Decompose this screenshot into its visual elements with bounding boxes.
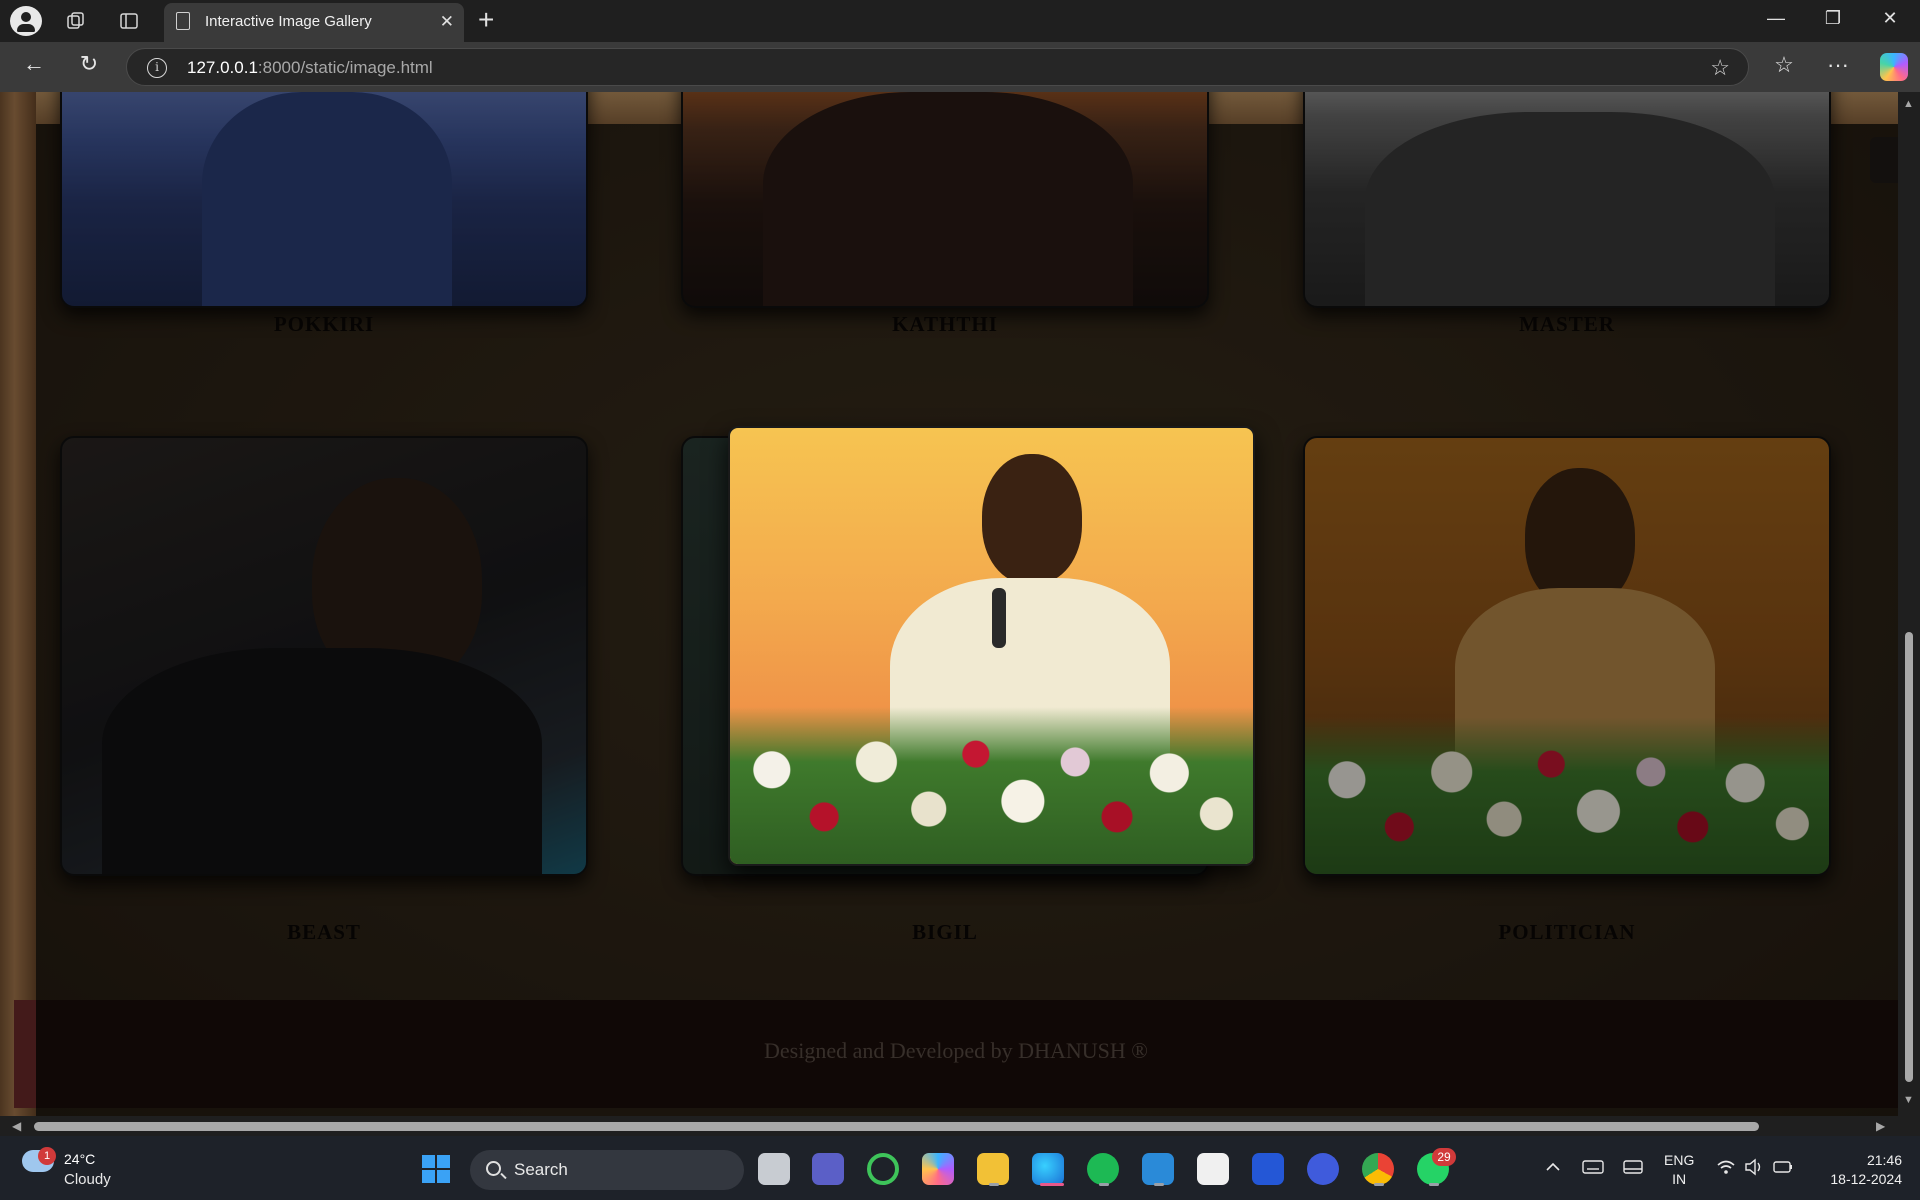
gallery-card-kaththi[interactable] [681, 92, 1209, 308]
close-window-button[interactable]: ✕ [1870, 8, 1910, 29]
workspaces-icon[interactable] [66, 11, 86, 31]
back-button[interactable]: ← [18, 51, 50, 77]
profile-icon[interactable] [10, 6, 42, 36]
new-tab-button[interactable]: + [478, 4, 494, 36]
browser-toolbar: ← ↻ i 127.0.0.1:8000/static/image.html ☆… [0, 42, 1920, 92]
caption-kaththi: KATHTHI [892, 312, 998, 336]
gallery-card-master[interactable] [1303, 92, 1831, 308]
restore-button[interactable]: ❐ [1813, 8, 1853, 29]
arc-app-icon[interactable] [1307, 1153, 1339, 1185]
wifi-icon[interactable] [1716, 1158, 1736, 1176]
master-figure [1365, 112, 1775, 306]
scroll-right-arrow-icon[interactable]: ▶ [1876, 1119, 1885, 1133]
browser-tab-strip: Interactive Image Gallery ✕ + — ❐ ✕ [0, 0, 1920, 42]
horizontal-scroll-thumb[interactable] [34, 1122, 1759, 1131]
vertical-scroll-thumb[interactable] [1905, 632, 1913, 1082]
info-icon[interactable]: i [147, 58, 167, 78]
scroll-left-arrow-icon[interactable]: ◀ [12, 1119, 21, 1133]
bigil-head [982, 454, 1082, 584]
edge-icon[interactable] [1032, 1153, 1064, 1185]
scroll-up-arrow-icon[interactable]: ▲ [1903, 98, 1914, 110]
scroll-to-top-button[interactable] [1870, 137, 1898, 183]
battery-icon[interactable] [1772, 1158, 1794, 1176]
pokkiri-figure [202, 92, 452, 306]
microphone-icon [992, 588, 1006, 648]
windows-taskbar: 1 24°C Cloudy Search [0, 1136, 1920, 1200]
volume-icon[interactable] [1744, 1158, 1764, 1176]
politician-head [1525, 468, 1635, 608]
whatsapp-badge: 29 [1432, 1148, 1456, 1166]
loader-app-icon[interactable] [867, 1153, 899, 1185]
teams-icon[interactable] [812, 1153, 844, 1185]
caption-politician: POLITICIAN [1498, 920, 1636, 944]
tab-actions-icon[interactable] [119, 11, 139, 31]
weather-temperature[interactable]: 24°C [64, 1151, 95, 1167]
favorites-icon[interactable]: ☆ [1768, 52, 1800, 78]
page-footer: Designed and Developed by DHANUSH ® [14, 1000, 1898, 1108]
l-app-icon[interactable] [1252, 1153, 1284, 1185]
vertical-scrollbar[interactable]: ▲ ▼ [1898, 92, 1920, 1116]
gallery-card-pokkiri[interactable] [60, 92, 588, 308]
url-host: 127.0.0.1 [187, 58, 258, 77]
page-icon [176, 12, 190, 30]
spotify-icon[interactable] [1087, 1153, 1119, 1185]
search-label: Search [514, 1160, 568, 1179]
url-text: 127.0.0.1:8000/static/image.html [187, 58, 433, 78]
politician-flowers [1305, 717, 1829, 874]
star-icon[interactable]: ☆ [1710, 55, 1730, 81]
whatsapp-running-indicator [1429, 1183, 1439, 1186]
system-clock[interactable]: 21:46 18-12-2024 [1816, 1151, 1902, 1189]
display-icon[interactable] [1622, 1158, 1644, 1176]
caption-pokkiri: POKKIRI [273, 312, 375, 336]
gallery-card-politician[interactable] [1303, 436, 1831, 876]
chrome-icon[interactable] [1362, 1153, 1394, 1185]
tab-title: Interactive Image Gallery [205, 13, 372, 30]
edge-active-indicator [1040, 1183, 1064, 1186]
caption-bigil: BIGIL [912, 920, 978, 944]
chevron-up-icon[interactable] [1544, 1158, 1562, 1176]
address-bar[interactable]: i 127.0.0.1:8000/static/image.html ☆ [126, 48, 1749, 86]
weather-description[interactable]: Cloudy [64, 1171, 111, 1188]
chrome-running-indicator [1374, 1183, 1384, 1186]
search-icon [486, 1161, 501, 1176]
taskbar-search[interactable]: Search [470, 1150, 744, 1190]
keyboard-icon[interactable] [1582, 1158, 1604, 1176]
task-view-icon[interactable] [758, 1153, 790, 1185]
language-code: ENG [1664, 1152, 1695, 1168]
more-icon[interactable]: ··· [1822, 52, 1854, 78]
caption-beast: BEAST [287, 920, 361, 944]
gallery-card-beast[interactable] [60, 436, 588, 876]
footer-text: Designed and Developed by DHANUSH ® [764, 1038, 1148, 1063]
scroll-down-arrow-icon[interactable]: ▼ [1903, 1094, 1914, 1106]
copilot-icon[interactable] [1880, 53, 1908, 81]
minimize-button[interactable]: — [1756, 8, 1796, 29]
refresh-button[interactable]: ↻ [73, 51, 105, 77]
kaththi-figure [763, 92, 1133, 306]
caption-master: MASTER [1519, 312, 1615, 336]
bigil-flowers [730, 707, 1253, 864]
vscode-icon[interactable] [1142, 1153, 1174, 1185]
decorative-frame-left [0, 92, 36, 1116]
clock-time: 21:46 [1866, 1152, 1902, 1168]
url-path: :8000/static/image.html [257, 58, 433, 77]
language-region: IN [1672, 1171, 1687, 1187]
beast-body [102, 648, 542, 874]
store-icon[interactable] [1197, 1153, 1229, 1185]
page-viewport: POKKIRI KATHTHI MASTER BEAST BIGIL POLIT… [0, 92, 1898, 1116]
copilot-app-icon[interactable] [922, 1153, 954, 1185]
vscode-running-indicator [1154, 1183, 1164, 1186]
horizontal-scrollbar[interactable]: ◀ ▶ [0, 1116, 1920, 1136]
bigil-enlarged-image[interactable] [728, 426, 1255, 866]
file-explorer-running-indicator [989, 1183, 999, 1186]
tab-interactive-image-gallery[interactable]: Interactive Image Gallery ✕ [164, 3, 464, 42]
clock-date: 18-12-2024 [1830, 1171, 1902, 1187]
windows-logo-icon[interactable] [422, 1155, 450, 1183]
file-explorer-icon[interactable] [977, 1153, 1009, 1185]
tab-close-icon[interactable]: ✕ [440, 12, 454, 32]
spotify-running-indicator [1099, 1183, 1109, 1186]
language-indicator[interactable]: ENG IN [1664, 1151, 1694, 1189]
weather-badge: 1 [38, 1147, 56, 1165]
